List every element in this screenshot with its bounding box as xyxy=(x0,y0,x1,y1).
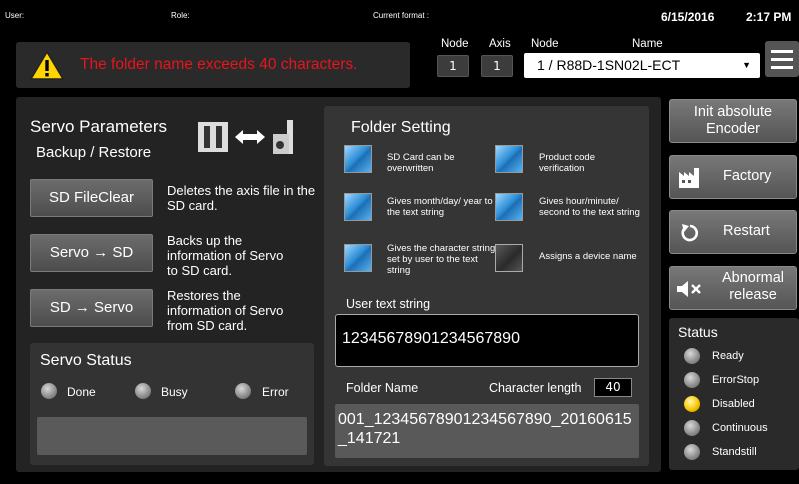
menu-button[interactable] xyxy=(765,41,799,77)
sd-fileclear-button[interactable]: SD FileClear xyxy=(30,179,153,217)
error-label: Error xyxy=(262,385,289,399)
sd-fileclear-description: Deletes the axis file in the SD card. xyxy=(167,183,316,213)
user-label: User: xyxy=(5,11,25,20)
alarm-message: The folder name exceeds 40 characters. xyxy=(80,56,358,73)
node-select-value: 1 / R88D-1SN02L-ECT xyxy=(537,57,681,73)
servo-params-subtitle: Backup / Restore xyxy=(36,144,152,161)
busy-label: Busy xyxy=(161,385,188,399)
user-string-checkbox[interactable] xyxy=(344,244,372,272)
servo-status-title: Servo Status xyxy=(40,352,132,369)
errorstop-lamp-icon xyxy=(684,372,700,388)
chevron-down-icon: ▼ xyxy=(742,60,751,70)
sd-overwrite-label: SD Card can be overwritten xyxy=(387,152,455,174)
sd-overwrite-checkbox[interactable] xyxy=(344,145,372,173)
hour-minute-second-label: Gives hour/minute/ second to the text st… xyxy=(539,196,640,218)
axis-number-field[interactable]: 1 xyxy=(481,55,513,77)
hamburger-icon xyxy=(771,50,793,53)
factory-button[interactable]: Factory xyxy=(669,155,797,199)
role-label: Role: xyxy=(171,11,190,20)
restart-button[interactable]: Restart xyxy=(669,210,797,254)
restart-icon xyxy=(681,224,699,242)
error-lamp-icon xyxy=(235,383,251,399)
device-name-checkbox[interactable] xyxy=(495,244,523,272)
factory-icon xyxy=(679,168,699,188)
month-day-year-checkbox[interactable] xyxy=(344,193,372,221)
disabled-label: Disabled xyxy=(712,398,755,410)
abnormal-release-button[interactable]: Abnormal release xyxy=(669,266,797,310)
busy-lamp-icon xyxy=(135,383,151,399)
transfer-arrow-icon xyxy=(235,130,265,144)
servo-params-title: Servo Parameters xyxy=(30,117,167,136)
hamburger-icon-bar xyxy=(771,58,793,61)
folder-name-display: 001_12345678901234567890_20160615_141721 xyxy=(335,404,639,458)
top-status-bar: User: Role: Current format : 6/15/2016 2… xyxy=(0,0,799,38)
errorstop-label: ErrorStop xyxy=(712,374,760,386)
folder-name-label: Folder Name xyxy=(346,381,419,395)
status-title: Status xyxy=(678,324,718,340)
factory-label: Factory xyxy=(723,168,772,184)
continuous-lamp-icon xyxy=(684,420,700,436)
product-code-label: Product code verification xyxy=(539,152,595,174)
hour-minute-second-checkbox[interactable] xyxy=(495,193,523,221)
servo-to-sd-description: Backs up the information of Servo to SD … xyxy=(167,233,284,278)
disabled-lamp-icon xyxy=(684,396,700,412)
time-display: 2:17 PM xyxy=(746,10,792,24)
servo-drive-icon xyxy=(198,122,228,152)
name-header: Name xyxy=(632,38,663,50)
node-select-dropdown[interactable]: 1 / R88D-1SN02L-ECT ▼ xyxy=(524,53,760,78)
current-format-label: Current format : xyxy=(373,11,430,20)
done-lamp-icon xyxy=(41,383,57,399)
hamburger-icon-bar xyxy=(771,66,793,69)
user-text-input[interactable]: 12345678901234567890 xyxy=(335,314,639,367)
continuous-label: Continuous xyxy=(712,422,768,434)
node-name-header: Node xyxy=(531,38,559,50)
user-string-label: Gives the character string set by user t… xyxy=(387,243,496,276)
sd-to-servo-button[interactable]: SD → Servo xyxy=(30,289,153,327)
mute-icon xyxy=(677,281,701,297)
restart-label: Restart xyxy=(723,223,770,239)
node-header: Node xyxy=(441,38,469,50)
ready-lamp-icon xyxy=(684,348,700,364)
init-absolute-encoder-button[interactable]: Init absolute Encoder xyxy=(669,99,797,143)
servo-status-message-bar xyxy=(37,417,307,455)
folder-setting-title: Folder Setting xyxy=(351,119,451,136)
alarm-banner: The folder name exceeds 40 characters. xyxy=(16,42,410,88)
standstill-lamp-icon xyxy=(684,444,700,460)
servo-motor-icon xyxy=(273,120,293,154)
axis-header: Axis xyxy=(489,38,511,50)
user-text-label: User text string xyxy=(346,297,431,311)
product-code-checkbox[interactable] xyxy=(495,145,523,173)
char-length-label: Character length xyxy=(489,381,582,395)
abnormal-release-label: Abnormal release xyxy=(721,270,785,303)
char-length-value: 40 xyxy=(594,378,632,397)
month-day-year-label: Gives month/day/ year to the text string xyxy=(387,196,493,218)
done-label: Done xyxy=(67,385,96,399)
ready-label: Ready xyxy=(712,350,744,362)
node-number-field[interactable]: 1 xyxy=(437,55,469,77)
init-encoder-label: Init absolute Encoder xyxy=(693,104,773,137)
servo-to-sd-button[interactable]: Servo → SD xyxy=(30,234,153,272)
standstill-label: Standstill xyxy=(712,446,757,458)
warning-icon xyxy=(30,50,64,80)
date-display: 6/15/2016 xyxy=(661,10,715,24)
device-name-label: Assigns a device name xyxy=(539,251,637,262)
sd-to-servo-description: Restores the information of Servo from S… xyxy=(167,288,284,333)
